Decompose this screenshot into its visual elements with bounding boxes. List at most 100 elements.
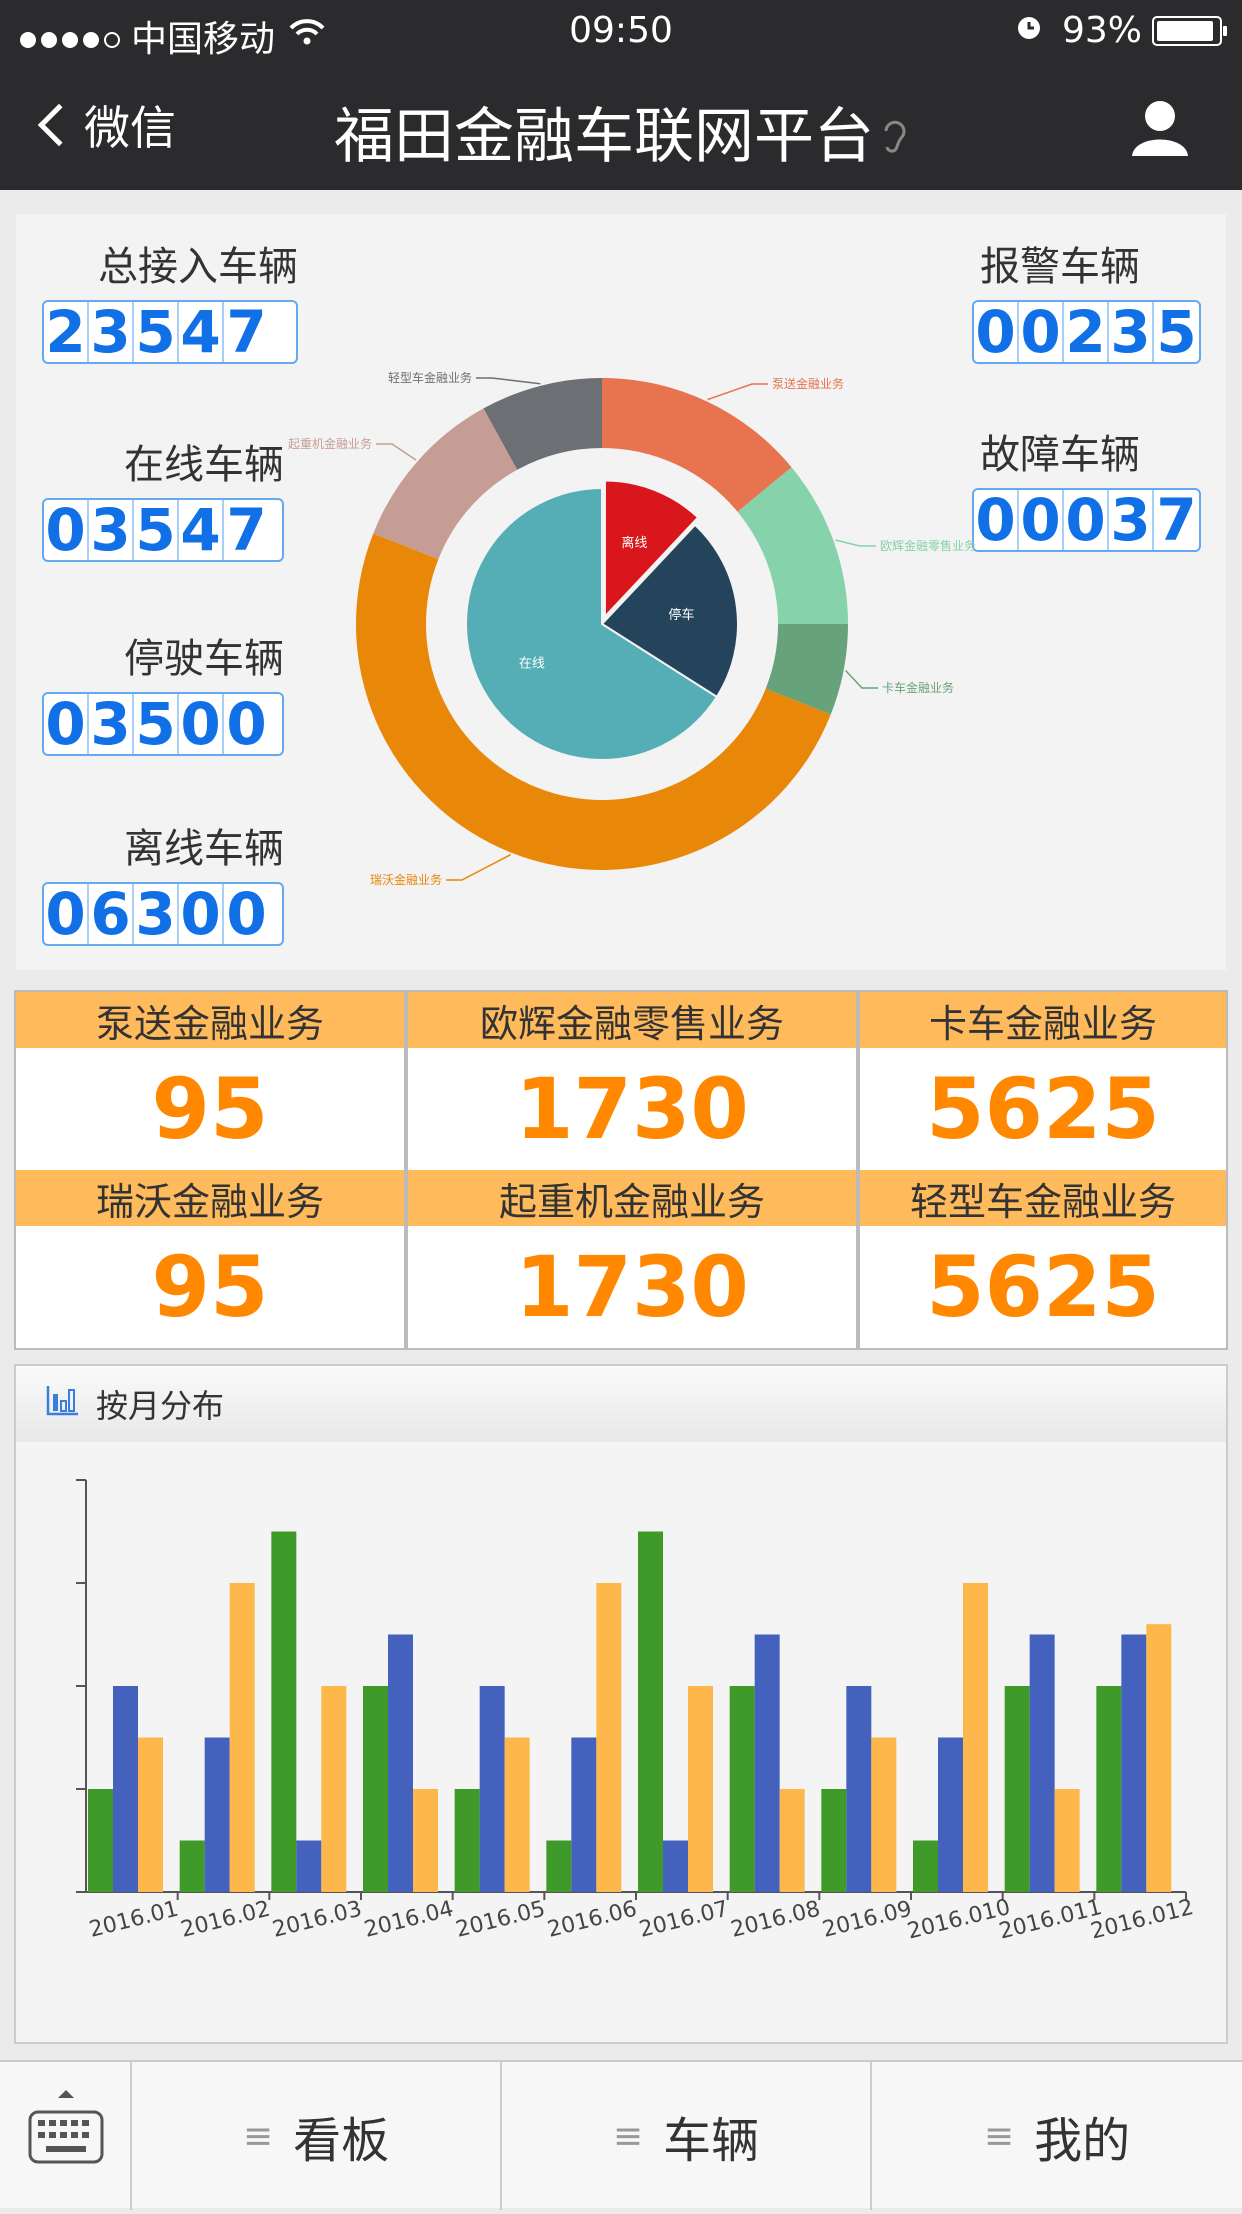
- bar: [413, 1789, 438, 1892]
- menu-icon: ≡: [242, 2115, 274, 2157]
- bar: [113, 1686, 138, 1892]
- donut-label-line: [707, 383, 768, 401]
- business-label: 泵送金融业务: [16, 992, 404, 1048]
- battery-icon: [1152, 15, 1227, 46]
- business-value: 95: [151, 1238, 269, 1336]
- bar: [271, 1531, 297, 1892]
- bar: [963, 1583, 988, 1892]
- overview-panel: 总接入车辆 23547 在线车辆 03547 停驶车辆 03500 离线车辆 0…: [16, 214, 1226, 970]
- ear-icon: [882, 117, 908, 167]
- bar: [754, 1634, 780, 1892]
- user-profile-icon[interactable]: [1130, 98, 1190, 156]
- x-tick-label: 2016.04: [362, 1897, 456, 1943]
- divider: [404, 992, 408, 1348]
- bar: [479, 1686, 505, 1892]
- bar: [321, 1686, 347, 1892]
- bar: [296, 1840, 322, 1892]
- donut-outer-slice: [373, 408, 518, 560]
- x-tick-label: 2016.09: [820, 1897, 914, 1943]
- business-value: 1730: [515, 1060, 749, 1158]
- business-label: 轻型车金融业务: [860, 1170, 1226, 1226]
- x-tick-label: 2016.03: [270, 1897, 364, 1943]
- chart-panel-header: 按月分布: [16, 1366, 1226, 1442]
- bar: [846, 1686, 872, 1892]
- bar: [363, 1686, 388, 1892]
- business-value: 5625: [926, 1238, 1160, 1336]
- x-tick-label: 2016.01: [87, 1897, 181, 1943]
- donut-inner-label: 停车: [668, 607, 694, 623]
- donut-inner-label: 离线: [621, 535, 647, 551]
- bar: [388, 1634, 413, 1892]
- donut-outer-label: 瑞沃金融业务: [370, 872, 442, 887]
- bar: [204, 1737, 230, 1892]
- donut-label-line: [835, 539, 876, 547]
- donut-outer-label: 轻型车金融业务: [388, 370, 472, 385]
- x-tick-label: 2016.08: [728, 1897, 822, 1943]
- bar-chart-icon: [46, 1384, 80, 1424]
- bar: [229, 1583, 255, 1892]
- monthly-bar-chart: 2016.012016.022016.032016.042016.05 2016.…: [76, 1479, 1196, 1945]
- business-card: 瑞沃金融业务 95: [16, 1170, 404, 1348]
- tab-label: 我的: [1034, 2113, 1131, 2169]
- business-label: 起重机金融业务: [408, 1170, 856, 1226]
- donut-label-line: [845, 669, 878, 689]
- tab-mine[interactable]: ≡ 我的: [872, 2062, 1242, 2210]
- bar: [729, 1686, 755, 1892]
- menu-icon: ≡: [612, 2115, 644, 2157]
- bar: [638, 1531, 663, 1892]
- business-grid: 泵送金融业务 95 欧辉金融零售业务 1730 卡车金融业务 5625 瑞沃金融…: [14, 990, 1228, 1350]
- business-value: 5625: [926, 1060, 1160, 1158]
- bar: [1054, 1789, 1080, 1892]
- business-label: 瑞沃金融业务: [16, 1170, 404, 1226]
- bar: [871, 1737, 897, 1892]
- bar: [1146, 1624, 1172, 1892]
- x-tick-label: 2016.07: [637, 1897, 731, 1943]
- chart-panel-title: 按月分布: [96, 1387, 225, 1425]
- business-value: 95: [151, 1060, 269, 1158]
- business-label: 卡车金融业务: [860, 992, 1226, 1048]
- alarm-icon: [1014, 12, 1044, 50]
- vehicle-donut-chart: 泵送金融业务欧辉金融零售业务卡车金融业务瑞沃金融业务 起重机金融业务 轻型车金融业务…: [288, 370, 976, 887]
- business-card: 欧辉金融零售业务 1730: [408, 992, 856, 1170]
- tab-dashboard[interactable]: ≡ 看板: [132, 2062, 502, 2210]
- status-bar: 中国移动 09:50 93%: [0, 0, 1242, 62]
- x-tick-label: 2016.05: [453, 1897, 547, 1943]
- bar: [454, 1789, 480, 1892]
- bar: [938, 1737, 963, 1892]
- divider: [856, 992, 860, 1348]
- battery-percent: 93%: [1061, 10, 1142, 51]
- donut-label-line: [476, 377, 541, 385]
- tab-label: 车辆: [663, 2113, 760, 2169]
- business-label: 欧辉金融零售业务: [408, 992, 856, 1048]
- donut-outer-label: 泵送金融业务: [772, 376, 844, 391]
- bar: [688, 1686, 713, 1892]
- bar: [1121, 1634, 1147, 1892]
- bar: [504, 1737, 530, 1892]
- tab-vehicles[interactable]: ≡ 车辆: [502, 2062, 872, 2210]
- bar: [913, 1840, 938, 1892]
- tab-label: 看板: [293, 2113, 390, 2169]
- page-title: 福田金融车联网平台: [0, 88, 1242, 175]
- bar: [596, 1583, 622, 1892]
- donut-outer-label: 欧辉金融零售业务: [880, 538, 976, 553]
- business-card: 卡车金融业务 5625: [860, 992, 1226, 1170]
- nav-bar: 微信 福田金融车联网平台: [0, 62, 1242, 190]
- x-tick-label: 2016.012: [1088, 1895, 1196, 1945]
- donut-inner-label: 在线: [519, 657, 545, 672]
- bar: [821, 1789, 847, 1892]
- keyboard-icon: [28, 2090, 104, 2164]
- x-tick-label: 2016.02: [178, 1897, 272, 1943]
- bar: [546, 1840, 572, 1892]
- bar: [1004, 1686, 1030, 1892]
- bar: [1029, 1634, 1055, 1892]
- bar: [571, 1737, 597, 1892]
- bar: [179, 1840, 205, 1892]
- bar: [88, 1789, 113, 1892]
- bar: [138, 1737, 163, 1892]
- menu-icon: ≡: [983, 2115, 1015, 2157]
- bar: [663, 1840, 688, 1892]
- business-value: 1730: [515, 1238, 749, 1336]
- donut-outer-label: 起重机金融业务: [288, 436, 372, 451]
- keyboard-toggle-button[interactable]: [0, 2062, 132, 2210]
- business-card: 轻型车金融业务 5625: [860, 1170, 1226, 1348]
